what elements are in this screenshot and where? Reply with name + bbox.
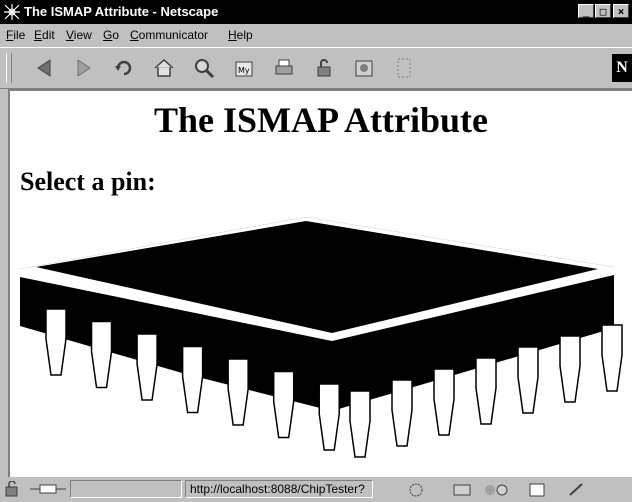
security-lock-icon[interactable] bbox=[312, 56, 336, 80]
window-title: The ISMAP Attribute - Netscape bbox=[24, 4, 219, 19]
maximize-button[interactable]: □ bbox=[595, 4, 611, 18]
discussions-icon[interactable] bbox=[485, 484, 508, 496]
print-icon[interactable] bbox=[272, 56, 296, 80]
home-icon[interactable] bbox=[152, 56, 176, 80]
chip-pin-2[interactable] bbox=[90, 320, 113, 389]
svg-text:My: My bbox=[238, 66, 250, 75]
address-book-icon[interactable] bbox=[529, 483, 545, 497]
security-status-icon[interactable] bbox=[4, 481, 22, 497]
component-bar bbox=[409, 483, 583, 497]
chip-pin-11[interactable] bbox=[475, 357, 497, 425]
forward-icon[interactable] bbox=[72, 56, 96, 80]
status-url-text: http://localhost:8088/ChipTester? bbox=[185, 480, 373, 498]
chip-image-map[interactable] bbox=[10, 91, 632, 477]
chip-pin-14[interactable] bbox=[601, 324, 623, 392]
chip-pin-5[interactable] bbox=[227, 358, 249, 426]
reload-icon[interactable] bbox=[112, 56, 136, 80]
search-icon[interactable] bbox=[192, 56, 216, 80]
menu-communicator[interactable]: Communicator bbox=[130, 28, 208, 42]
menu-edit[interactable]: Edit bbox=[34, 28, 55, 42]
shop-icon[interactable] bbox=[352, 56, 376, 80]
chip-pin-3[interactable] bbox=[136, 333, 158, 401]
chip-pin-8[interactable] bbox=[349, 390, 371, 458]
menu-bar: File Edit View Go Communicator Help bbox=[0, 24, 632, 46]
progress-bar bbox=[70, 480, 182, 498]
chip-pin-7[interactable] bbox=[318, 383, 340, 451]
chip-pin-4[interactable] bbox=[181, 345, 204, 414]
chip-pin-1[interactable] bbox=[45, 308, 67, 376]
netscape-app-icon bbox=[4, 4, 20, 20]
chip-pin-12[interactable] bbox=[517, 346, 539, 414]
netscape-logo[interactable]: N bbox=[612, 54, 632, 82]
menu-view[interactable]: View bbox=[66, 28, 92, 42]
mail-icon[interactable] bbox=[453, 484, 471, 496]
menu-help[interactable]: Help bbox=[228, 28, 253, 42]
my-netscape-icon[interactable]: My bbox=[232, 56, 256, 80]
title-bar[interactable]: The ISMAP Attribute - Netscape _ □ × bbox=[0, 0, 632, 24]
composer-icon[interactable] bbox=[569, 483, 583, 496]
close-button[interactable]: × bbox=[613, 4, 629, 18]
menu-file[interactable]: File bbox=[6, 28, 25, 42]
stop-icon[interactable] bbox=[392, 56, 416, 80]
status-bar: http://localhost:8088/ChipTester? bbox=[0, 477, 632, 502]
chip-pin-6[interactable] bbox=[272, 370, 295, 439]
toolbar-grip[interactable] bbox=[6, 53, 12, 83]
page-content: The ISMAP Attribute Select a pin: bbox=[8, 89, 632, 477]
connection-status-icon bbox=[30, 484, 66, 494]
chip-pin-13[interactable] bbox=[559, 335, 581, 403]
navigator-icon[interactable] bbox=[409, 483, 423, 497]
back-icon[interactable] bbox=[32, 56, 56, 80]
menu-go[interactable]: Go bbox=[103, 28, 119, 42]
chip-pin-10[interactable] bbox=[433, 368, 455, 436]
navigation-toolbar: My N bbox=[0, 47, 632, 89]
minimize-button[interactable]: _ bbox=[578, 4, 594, 18]
chip-pin-9[interactable] bbox=[391, 379, 413, 447]
